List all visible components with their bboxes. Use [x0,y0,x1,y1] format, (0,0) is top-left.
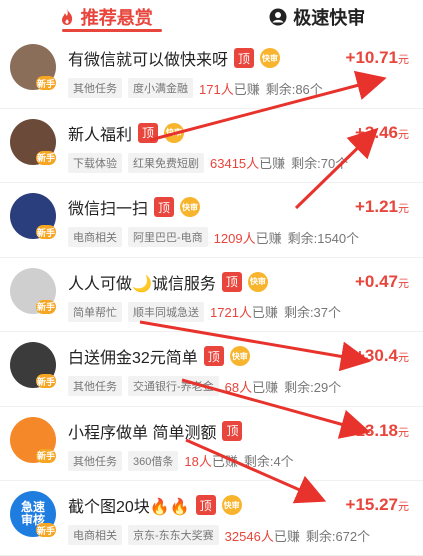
fast-review-tag: 快审 [260,48,281,68]
category-chip: 电商相关 [68,227,122,247]
sponsor-chip: 顺丰同城急送 [128,301,204,322]
task-title-line: 新人福利 顶 快审 [68,121,185,145]
task-title: 新人福利 [68,126,133,144]
task-meta: 电商相关 阿里巴巴-电商 1209人已赚 剩余:1540个 [68,227,359,247]
earned-count: 18人已赚 [184,454,238,469]
pinned-tag: 顶 [222,420,243,441]
category-chip: 其他任务 [68,376,122,396]
earned-count: 1721人已赚 [210,305,278,320]
task-row[interactable]: 新手 小程序做单 简单测额 顶 其他任务 360借条 18人已赚 剩余:4个 +… [0,407,423,481]
remaining-count: 剩余:86个 [265,81,323,97]
earned-count: 68人已赚 [224,379,279,395]
tab-bar: 推荐悬赏 极速快审 [0,0,423,34]
task-title-line: 小程序做单 简单测额 顶 [68,419,243,443]
category-chip: 电商相关 [68,525,122,545]
reward-price: +30.4元 [354,346,409,365]
task-meta: 电商相关 京东-东东大奖赛 32546人已赚 剩余:672个 [68,525,370,545]
earned-count: 171人已赚 [199,81,260,97]
reward-price: +10.71元 [345,48,409,67]
task-title: 小程序做单 简单测额 [68,424,217,442]
category-chip: 简单帮忙 [68,301,122,322]
sponsor-chip: 度小满金融 [128,78,193,98]
tab-label: 极速快审 [293,8,366,28]
task-row[interactable]: 新手 微信扫一扫 顶 快审 电商相关 阿里巴巴-电商 1209人已赚 剩余:15… [0,183,423,258]
newbie-badge: 新手 [36,76,56,90]
task-meta: 其他任务 360借条 18人已赚 剩余:4个 [68,450,294,471]
task-title-line: 有微信就可以做快来呀 顶 快审 [68,46,281,70]
earned-count: 63415人已赚 [210,156,286,171]
sponsor-chip: 360借条 [128,450,179,471]
sponsor-chip: 京东-东东大奖赛 [128,525,219,545]
newbie-badge: 新手 [36,448,56,463]
task-title-line: 人人可做🌙诚信服务 顶 快审 [68,270,268,294]
tab-recommended-bounty[interactable]: 推荐悬赏 [0,0,212,34]
task-title-line: 白送佣金32元简单 顶 快审 [68,344,250,368]
remaining-count: 剩余:37个 [283,305,342,320]
reward-price: +13.18元 [345,420,409,440]
pinned-tag: 顶 [195,495,216,515]
pinned-tag: 顶 [221,271,242,292]
tab-label: 推荐悬赏 [80,8,153,28]
sponsor-chip: 红果免费短剧 [128,152,204,173]
sponsor-chip: 交通银行-养老金 [128,376,219,396]
reward-price: +1.21元 [354,197,409,216]
reward-price: +0.47元 [354,271,409,291]
newbie-badge: 新手 [36,299,56,314]
category-chip: 下载体验 [68,152,122,173]
task-row[interactable]: 新手 白送佣金32元简单 顶 快审 其他任务 交通银行-养老金 68人已赚 剩余… [0,332,423,407]
fast-review-tag: 快审 [229,346,250,366]
task-title: 微信扫一扫 [68,201,149,218]
pinned-tag: 顶 [138,122,159,143]
pinned-tag: 顶 [203,346,224,366]
flame-icon [59,8,75,26]
fast-review-tag: 快审 [221,495,242,515]
task-title-line: 截个图20块🔥🔥 顶 快审 [68,493,242,517]
sponsor-chip: 阿里巴巴-电商 [128,227,208,247]
pinned-tag: 顶 [234,48,255,68]
reward-price: +3.46元 [354,122,409,142]
active-tab-indicator [62,29,162,32]
person-icon [269,8,287,26]
task-title-line: 微信扫一扫 顶 快审 [68,195,201,219]
task-row[interactable]: 急速审核 新手 截个图20块🔥🔥 顶 快审 电商相关 京东-东东大奖赛 3254… [0,481,423,556]
task-title: 截个图20块🔥🔥 [68,499,190,516]
category-chip: 其他任务 [68,78,122,98]
remaining-count: 剩余:29个 [284,379,342,395]
tab-fast-review[interactable]: 极速快审 [212,0,423,34]
task-row[interactable]: 新手 有微信就可以做快来呀 顶 快审 其他任务 度小满金融 171人已赚 剩余:… [0,34,423,109]
task-row[interactable]: 新手 新人福利 顶 快审 下载体验 红果免费短剧 63415人已赚 剩余:70个… [0,109,423,183]
earned-count: 1209人已赚 [213,230,282,246]
pinned-tag: 顶 [154,197,175,217]
fast-review-tag: 快审 [180,197,201,217]
newbie-badge: 新手 [36,150,56,165]
newbie-badge: 新手 [36,374,56,388]
task-meta: 其他任务 度小满金融 171人已赚 剩余:86个 [68,78,323,98]
newbie-badge: 新手 [36,523,56,537]
task-meta: 其他任务 交通银行-养老金 68人已赚 剩余:29个 [68,376,341,396]
fast-review-tag: 快审 [164,122,185,143]
task-list: 新手 有微信就可以做快来呀 顶 快审 其他任务 度小满金融 171人已赚 剩余:… [0,34,423,556]
task-row[interactable]: 新手 人人可做🌙诚信服务 顶 快审 简单帮忙 顺丰同城急送 1721人已赚 剩余… [0,258,423,332]
task-title: 白送佣金32元简单 [68,350,198,367]
remaining-count: 剩余:4个 [243,454,294,469]
reward-price: +15.27元 [345,495,409,514]
remaining-count: 剩余:672个 [305,528,371,544]
task-title: 有微信就可以做快来呀 [68,52,229,69]
newbie-badge: 新手 [36,225,56,239]
earned-count: 32546人已赚 [224,528,300,544]
task-title: 人人可做🌙诚信服务 [68,275,216,293]
remaining-count: 剩余:70个 [291,156,349,171]
task-meta: 下载体验 红果免费短剧 63415人已赚 剩余:70个 [68,152,349,173]
fast-review-tag: 快审 [247,271,268,292]
task-meta: 简单帮忙 顺丰同城急送 1721人已赚 剩余:37个 [68,301,342,322]
remaining-count: 剩余:1540个 [287,230,360,246]
category-chip: 其他任务 [68,450,122,471]
